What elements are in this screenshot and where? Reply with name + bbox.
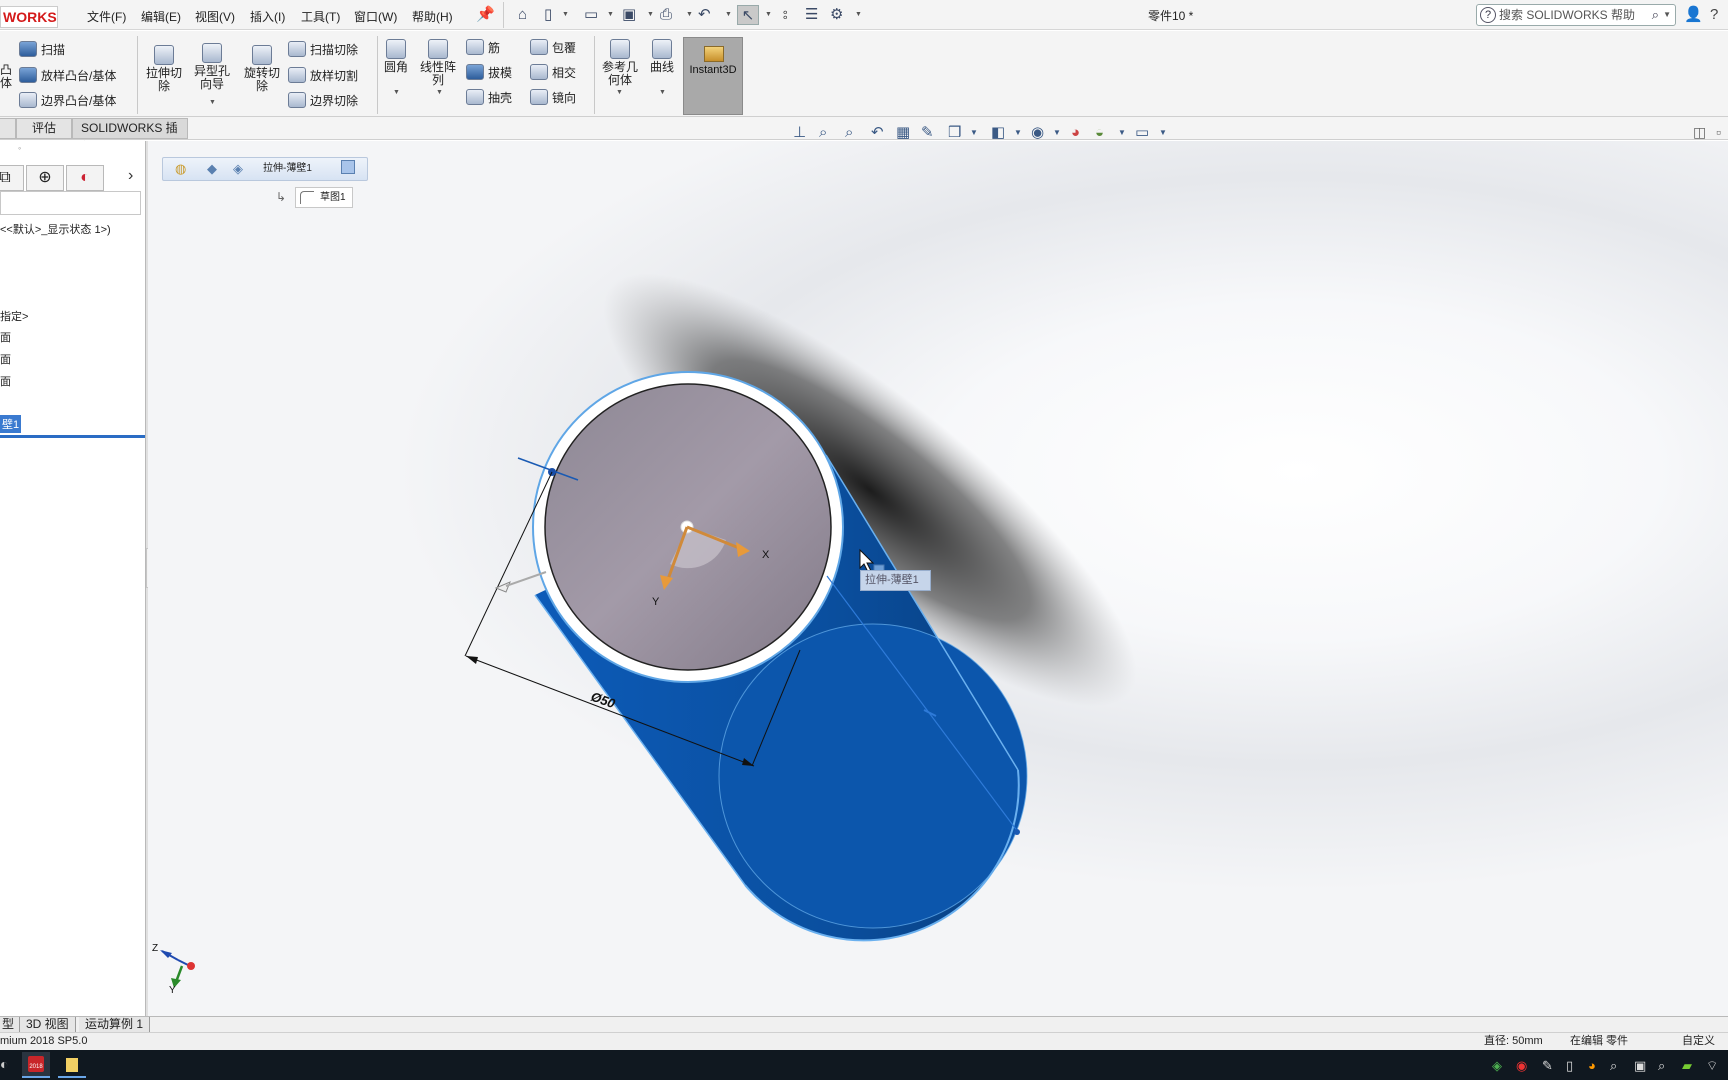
feature-tooltip: 拉伸-薄壁1 (860, 570, 931, 591)
hide-show-dropdown-icon[interactable]: ▼ (1053, 122, 1061, 144)
view-settings-monitor-icon[interactable]: ▭ (1135, 122, 1149, 144)
tab-3d-views[interactable]: 3D 视图 (20, 1017, 76, 1032)
tab-motion-study-1[interactable]: 运动算例 1 (79, 1017, 151, 1032)
solidworks-taskbar-icon: 2018 (28, 1056, 44, 1072)
file-explorer-icon (66, 1058, 78, 1072)
view-settings-dropdown-icon[interactable]: ▼ (1159, 122, 1167, 144)
sketch-indent-arrow-icon: ↳ (276, 190, 287, 204)
tab-model[interactable]: 型 (0, 1017, 20, 1032)
status-edit-mode: 在编辑 零件 (1570, 1035, 1629, 1047)
tray-nvidia-icon[interactable]: ▰ (1682, 1058, 1692, 1074)
section-view-icon[interactable]: ▦ (896, 122, 910, 144)
axis-endpoint (1014, 829, 1020, 835)
apply-scene-icon[interactable]: ◒ (1095, 122, 1104, 144)
tray-record-icon[interactable]: ◉ (1516, 1058, 1527, 1074)
edit-appearance-icon[interactable]: ◕ (1071, 122, 1080, 144)
status-diameter: 直径: 50mm (1484, 1035, 1543, 1047)
y-axis-label: Y (652, 596, 660, 608)
tray-shield-icon[interactable]: ◈ (1492, 1058, 1502, 1074)
triad-x-dot (187, 962, 195, 970)
restore-window-icon[interactable]: ▫ (1716, 124, 1721, 140)
view-orientation-cube-icon[interactable]: ❒ (948, 122, 961, 144)
previous-view-icon[interactable]: ↶ (871, 122, 884, 144)
task-pane-toggle-icon[interactable]: ◫ (1693, 124, 1706, 141)
body-icon[interactable]: ◆ (207, 158, 217, 180)
tray-pen-icon[interactable]: ✎ (1542, 1058, 1553, 1074)
tray-wifi-icon[interactable]: ⌔ (1706, 1058, 1718, 1074)
cylinder-bottom-face[interactable] (719, 624, 1027, 928)
drag-handle-shaft (505, 571, 547, 587)
triad-z-label: Z (152, 943, 158, 954)
triad-z-shaft (161, 950, 179, 961)
face-selection-icon[interactable] (341, 160, 355, 174)
breadcrumb-sketch[interactable]: 草图1 (295, 187, 353, 208)
bottom-tabs: 型 3D 视图 运动算例 1 (0, 1016, 1728, 1032)
tray-search-icon[interactable]: ⌕ (1610, 1058, 1617, 1074)
x-axis-label: X (762, 549, 770, 561)
tray-chrome-icon[interactable]: ◕ (1588, 1058, 1596, 1073)
hide-show-items-icon[interactable]: ◉ (1031, 122, 1044, 144)
display-style-icon[interactable]: ◧ (991, 122, 1005, 144)
zoom-to-fit-icon[interactable]: ⌕ (819, 122, 827, 144)
status-units[interactable]: 自定义 (1682, 1033, 1715, 1050)
triad-y-label: Y (169, 985, 176, 996)
taskbar-explorer-button[interactable] (58, 1052, 86, 1078)
tray-capture-icon[interactable]: ⌕ (1658, 1058, 1665, 1074)
zoom-area-icon[interactable]: ⌕ (845, 122, 853, 144)
sketch-icon (300, 191, 314, 204)
taskbar-solidworks-button[interactable]: 2018 (22, 1052, 50, 1078)
breadcrumb-feature[interactable]: 拉伸-薄壁1 (263, 158, 312, 180)
breadcrumb: ◍ ◆ ◈ 拉伸-薄壁1 (162, 157, 368, 181)
dimension-arrow-left (466, 656, 478, 664)
status-bar: mium 2018 SP5.0 直径: 50mm 在编辑 零件 自定义 (0, 1032, 1728, 1050)
tray-usb-icon[interactable]: ▯ (1566, 1058, 1573, 1074)
view-orientation-icon[interactable]: ⊥ (793, 122, 806, 144)
status-version: mium 2018 SP5.0 (0, 1035, 88, 1047)
display-style-dropdown-icon[interactable]: ▼ (1014, 122, 1022, 144)
tray-display-icon[interactable]: ▣ (1634, 1058, 1646, 1074)
windows-taskbar: ◐ 2018 ◈ ◉ ✎ ▯ ◕ ⌕ ▣ ⌕ ▰ ⌔ (0, 1050, 1728, 1080)
feature-icon[interactable]: ◈ (233, 158, 243, 180)
dynamic-annotation-icon[interactable]: ✎ (921, 122, 934, 144)
orientation-dropdown-icon[interactable]: ▼ (970, 122, 978, 144)
taskbar-app-partial-icon[interactable]: ◐ (0, 1056, 8, 1072)
drag-handle-arrow[interactable] (494, 581, 511, 593)
part-icon[interactable]: ◍ (175, 158, 186, 180)
scene-dropdown-icon[interactable]: ▼ (1118, 122, 1126, 144)
